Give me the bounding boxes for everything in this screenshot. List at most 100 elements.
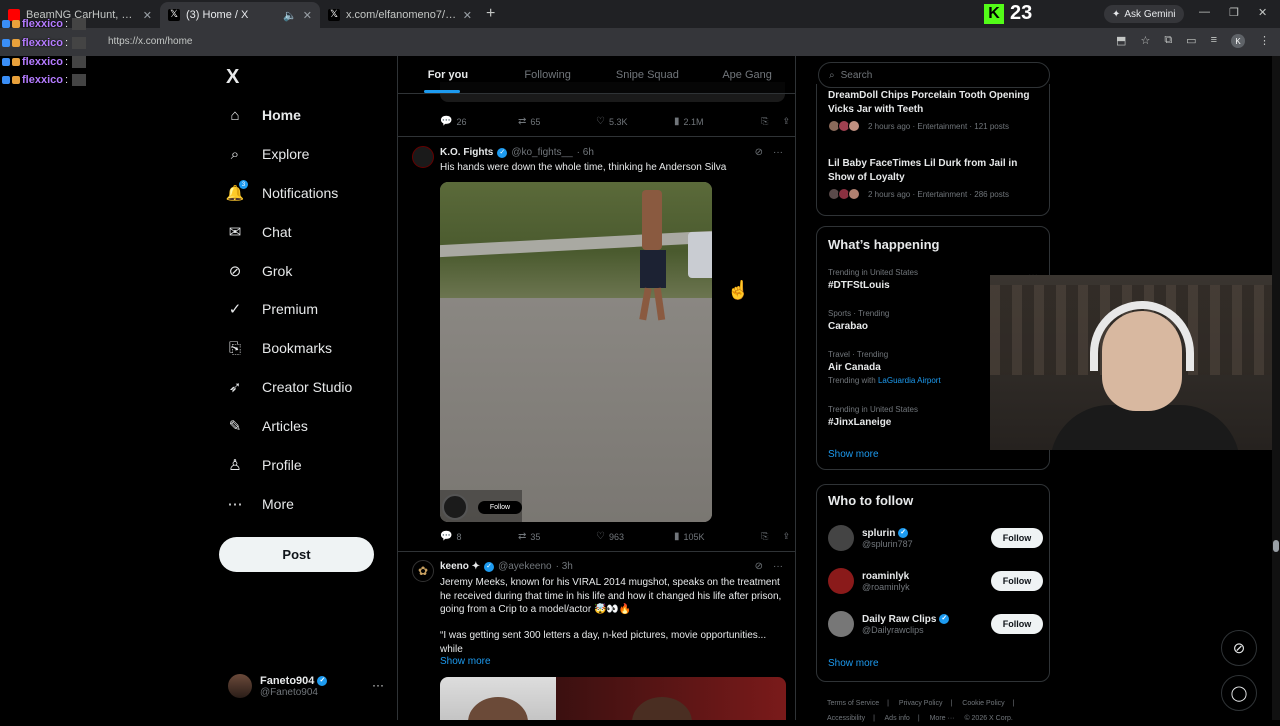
nav-profile[interactable]: ♙ Profile — [226, 454, 301, 476]
post-image[interactable] — [440, 677, 786, 720]
close-window-icon[interactable]: ✕ — [1258, 6, 1267, 19]
video-person — [630, 190, 672, 321]
chat-message: flexxico : — [2, 15, 87, 34]
author-handle[interactable]: @ayekeeno — [498, 561, 552, 572]
close-tab-icon[interactable]: ✕ — [463, 9, 472, 22]
views-button[interactable]: ▮ 2.1M — [674, 116, 752, 127]
install-icon[interactable]: ⬒ — [1116, 34, 1126, 48]
extensions-icon[interactable]: ⧉ — [1164, 34, 1172, 48]
suggestion-handle: @splurin787 — [862, 538, 913, 549]
media-icon[interactable]: ≡ — [1211, 34, 1217, 48]
avatar[interactable] — [412, 146, 434, 168]
nav-chat[interactable]: ✉ Chat — [226, 221, 292, 243]
show-more-link[interactable]: Show more — [440, 656, 491, 667]
close-tab-icon[interactable]: ✕ — [143, 9, 152, 22]
video-person-shorts — [640, 250, 666, 288]
grok-floating-button[interactable]: ⊘ — [1221, 630, 1257, 666]
reply-icon: 💬 — [440, 531, 453, 542]
follow-button[interactable]: Follow — [991, 614, 1043, 634]
person-icon: ♙ — [228, 457, 242, 474]
footer-link[interactable]: Terms of Service — [827, 700, 879, 707]
follow-button[interactable]: Follow — [991, 528, 1043, 548]
follow-suggestion[interactable]: splurin ✓ @splurin787 Follow — [828, 523, 1043, 553]
nav-articles[interactable]: ✎ Articles — [226, 415, 308, 437]
share-icon[interactable]: ⇪ — [782, 531, 790, 542]
footer-link[interactable]: Cookie Policy — [962, 700, 1004, 707]
tab-ape-gang[interactable]: Ape Gang — [697, 56, 795, 93]
post-time[interactable]: · 3h — [556, 561, 573, 572]
tab-following[interactable]: Following — [498, 56, 598, 93]
reply-button[interactable]: 💬 26 — [440, 116, 518, 127]
post-video[interactable]: Follow — [440, 182, 712, 522]
chat-separator: : — [64, 55, 69, 68]
avatar[interactable]: ✿ — [412, 560, 434, 582]
star-icon[interactable]: ☆ — [1140, 34, 1150, 48]
footer-link[interactable]: More ··· — [930, 715, 955, 722]
nav-explore[interactable]: ⌕ Explore — [226, 143, 310, 165]
scrollbar[interactable] — [1272, 56, 1280, 720]
nav-grok[interactable]: ⊘ Grok — [226, 260, 293, 282]
url-field[interactable]: https://x.com/home — [108, 36, 192, 47]
search-input[interactable]: ⌕ Search — [818, 62, 1050, 88]
messages-floating-button[interactable]: ◯ — [1221, 675, 1257, 711]
x-logo[interactable]: X — [226, 66, 239, 89]
repost-button[interactable]: ⇄ 35 — [518, 531, 596, 542]
scrollbar-thumb[interactable] — [1273, 540, 1279, 552]
reply-button[interactable]: 💬 8 — [440, 531, 518, 542]
grok-icon[interactable]: ⊘ — [755, 147, 763, 158]
footer-link[interactable]: Ads info — [885, 715, 910, 722]
maximize-icon[interactable]: ❐ — [1229, 6, 1239, 19]
show-more-link[interactable]: Show more — [828, 658, 879, 669]
menu-icon[interactable]: ⋮ — [1259, 34, 1270, 48]
close-tab-icon[interactable]: ✕ — [303, 9, 312, 22]
browser-tab-x-home[interactable]: 𝕏 (3) Home / X 🔈 ✕ — [160, 2, 320, 28]
follow-suggestion[interactable]: roaminlyk @roaminlyk Follow — [828, 566, 1043, 596]
follow-button[interactable]: Follow — [991, 571, 1043, 591]
nav-bookmarks[interactable]: ⎘ Bookmarks — [226, 337, 332, 359]
like-button[interactable]: ♡ 5.3K — [596, 116, 674, 127]
nav-creator-studio[interactable]: ➶ Creator Studio — [226, 376, 353, 398]
author-handle[interactable]: @ko_fights__ — [511, 147, 572, 158]
new-tab-button[interactable]: + — [486, 5, 495, 23]
nav-notifications[interactable]: 🔔 3 Notifications — [226, 180, 338, 204]
trend-with-link[interactable]: LaGuardia Airport — [878, 376, 941, 385]
follow-suggestion[interactable]: Daily Raw Clips ✓ @Dailyrawclips Follow — [828, 609, 1043, 639]
news-item[interactable]: Lil Baby FaceTimes Lil Durk from Jail in… — [828, 157, 1043, 200]
footer-separator: | — [887, 700, 889, 707]
views-button[interactable]: ▮ 105K — [674, 531, 752, 542]
speaker-icon[interactable]: 🔈 — [283, 9, 297, 22]
like-button[interactable]: ♡ 963 — [596, 531, 674, 542]
author-name[interactable]: K.O. Fights — [440, 147, 493, 158]
repost-button[interactable]: ⇄ 65 — [518, 116, 596, 127]
more-options-icon[interactable]: ··· — [773, 147, 783, 158]
share-icon[interactable]: ⇪ — [782, 116, 790, 127]
video-follow-button[interactable]: Follow — [478, 501, 522, 514]
profile-avatar[interactable]: K — [1231, 34, 1245, 48]
post-button[interactable]: Post — [219, 537, 374, 572]
footer-link[interactable]: Accessibility — [827, 715, 865, 722]
more-options-icon[interactable]: ··· — [372, 678, 384, 692]
news-item[interactable]: DreamDoll Chips Porcelain Tooth Opening … — [828, 89, 1043, 132]
bookmark-icon[interactable]: ⎘ — [761, 116, 768, 127]
tab-for-you[interactable]: For you — [398, 56, 498, 93]
footer-separator: | — [873, 715, 875, 722]
bell-icon: 🔔 3 — [226, 180, 248, 202]
mouse-cursor-icon: ☝ — [727, 280, 750, 300]
grok-icon[interactable]: ⊘ — [755, 561, 763, 572]
sidepanel-icon[interactable]: ▭ — [1186, 34, 1196, 48]
nav-premium[interactable]: ✓ Premium — [226, 298, 318, 320]
account-switcher[interactable]: Faneto904 ✓ @Faneto904 ··· — [228, 674, 388, 698]
minimize-icon[interactable]: — — [1199, 6, 1210, 18]
browser-tab-x-status[interactable]: 𝕏 x.com/elfanomeno7/status/203 ✕ — [320, 2, 480, 28]
show-more-link[interactable]: Show more — [828, 449, 879, 460]
footer-link[interactable]: Privacy Policy — [899, 700, 943, 707]
author-name[interactable]: keeno ✦ — [440, 561, 480, 572]
nav-more[interactable]: ⋯ More — [226, 493, 294, 515]
repost-count: 35 — [530, 531, 541, 542]
bookmark-icon[interactable]: ⎘ — [761, 531, 768, 542]
tab-snipe-squad[interactable]: Snipe Squad — [598, 56, 698, 93]
ask-gemini-button[interactable]: ✦ Ask Gemini — [1104, 5, 1184, 23]
post-time[interactable]: · 6h — [577, 147, 594, 158]
more-options-icon[interactable]: ··· — [773, 561, 783, 572]
nav-home[interactable]: ⌂ Home — [226, 104, 300, 126]
